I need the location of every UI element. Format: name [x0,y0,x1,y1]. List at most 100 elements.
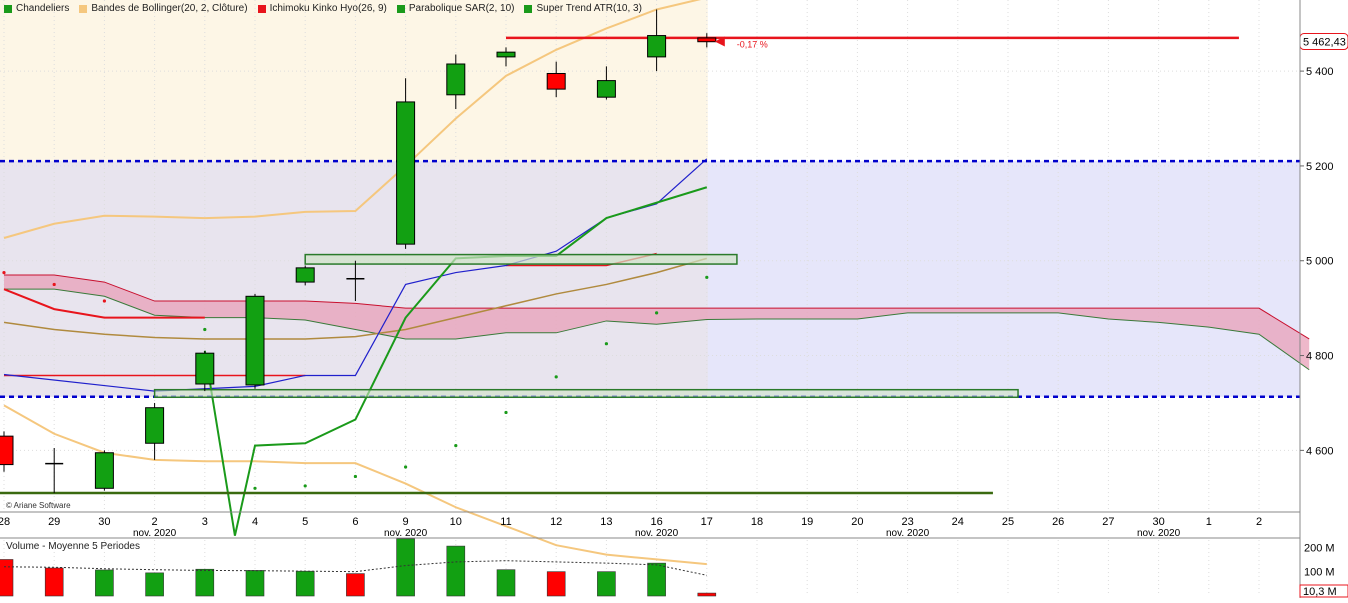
x-tick-label: 25 [1002,516,1014,528]
variation-label: -0,17 % [737,40,768,50]
volume-bar [647,562,666,597]
volume-bar [346,573,365,597]
zone-rectangle [153,388,1019,399]
legend-label: Parabolique SAR(2, 10) [408,3,515,14]
legend-swatch-sar [396,5,405,13]
copyright-text: © Ariane Software [6,501,71,510]
indicator-legend: Chandeliers Bandes de Bollinger(20, 2, C… [4,3,642,15]
volume-tick-label: 100 M [1304,567,1335,579]
y-tick-label: 5 200 [1306,161,1334,173]
x-tick-label: 2 [152,516,158,528]
legend-item-candles[interactable]: Chandeliers [4,3,69,15]
candle-body [596,80,616,98]
x-tick-label: 16 [650,516,662,528]
month-label: nov. 2020 [1137,528,1181,539]
x-tick-label: 10 [450,516,462,528]
x-tick-label: 18 [751,516,763,528]
sar-dot [253,486,257,490]
x-tick-label: 23 [901,516,913,528]
legend-label: Ichimoku Kinko Hyo(26, 9) [269,3,387,14]
x-tick-label: 13 [600,516,612,528]
sar-dot [554,375,558,379]
legend-item-ichimoku[interactable]: Ichimoku Kinko Hyo(26, 9) [257,3,387,15]
x-tick-label: 11 [500,516,511,528]
x-tick-label: 9 [403,516,409,528]
x-tick-label: 12 [550,516,562,528]
sar-dot [404,465,408,469]
volume-bar [245,570,265,597]
sar-dot [203,327,207,332]
volume-bar [195,568,215,597]
legend-swatch-bollinger [79,5,88,13]
legend-item-supertrend[interactable]: Super Trend ATR(10, 3) [524,3,642,15]
volume-bar [396,538,415,597]
volume-bar [496,569,516,597]
month-label: nov. 2020 [635,528,679,539]
volume-bar [295,570,315,597]
candle-body [697,37,717,43]
y-tick-label: 5 400 [1306,66,1334,78]
legend-item-bollinger[interactable]: Bandes de Bollinger(20, 2, Clôture) [79,3,248,15]
x-tick-label: 2 [1256,516,1262,528]
legend-label: Chandeliers [16,3,70,14]
legend-item-sar[interactable]: Parabolique SAR(2, 10) [396,3,515,15]
candle-body [94,452,114,489]
legend-swatch-supertrend [524,5,533,13]
volume-bar [697,592,717,597]
y-tick-label: 4 600 [1306,445,1334,457]
sar-dot [604,342,609,346]
x-tick-label: 4 [252,516,258,528]
sar-dot [303,484,307,488]
volume-bar [145,572,164,597]
stock-chart[interactable]: -0,17 % 5 462,43 5 400 5 200 5 000 4 800 4 600… [0,0,1348,598]
volume-legend: Volume - Moyenne 5 Periodes [6,541,140,552]
sar-dot [2,270,6,275]
candle-body [295,267,315,283]
x-tick-label: 30 [98,516,110,528]
sar-dot [102,299,106,303]
candle-body [647,35,667,58]
x-tick-label: 3 [202,516,208,528]
candle-body [496,51,516,58]
volume-bar [95,569,114,597]
x-tick-label: 30 [1152,516,1164,528]
sar-dot [454,444,458,448]
volume-bar [0,559,14,597]
volume-bar [446,545,466,597]
candle-body [0,435,14,466]
price-tag: 5 462,43 [1303,37,1346,49]
zone-rectangle [304,253,738,265]
x-tick-label: 27 [1102,516,1114,528]
volume-tick-label: 200 M [1304,542,1335,554]
volume-bar [597,571,616,597]
volume-tag: 10,3 M [1303,586,1337,598]
sar-dot [52,282,56,287]
candle-body [446,63,466,96]
sar-dot [655,311,659,315]
legend-label: Bandes de Bollinger(20, 2, Clôture) [91,3,248,14]
x-tick-label: 29 [48,516,60,528]
candle-body [245,295,265,386]
sar-dot [705,275,709,279]
month-label: nov. 2020 [886,528,930,539]
chart-canvas[interactable]: -0,17 % 5 462,43 5 400 5 200 5 000 4 800 4 600… [0,0,1348,598]
legend-swatch-ichimoku [257,5,266,13]
candle-body [546,72,566,90]
legend-label: Super Trend ATR(10, 3) [536,3,642,14]
legend-swatch-candles [4,5,12,13]
x-tick-label: 1 [1206,516,1212,528]
x-tick-label: 26 [1052,516,1064,528]
x-tick-label: 5 [302,516,308,528]
month-label: nov. 2020 [133,528,177,539]
x-tick-label: 24 [952,516,964,528]
x-tick-label: 6 [352,516,358,528]
month-label: nov. 2020 [384,528,428,539]
x-tick-label: 28 [0,516,10,528]
x-tick-label: 19 [801,516,813,528]
volume-bar [546,571,566,597]
sar-dot [353,474,357,479]
candle-body [396,101,416,245]
y-tick-label: 5 000 [1306,256,1334,268]
sar-dot [504,410,508,415]
y-tick-label: 4 800 [1306,351,1334,363]
